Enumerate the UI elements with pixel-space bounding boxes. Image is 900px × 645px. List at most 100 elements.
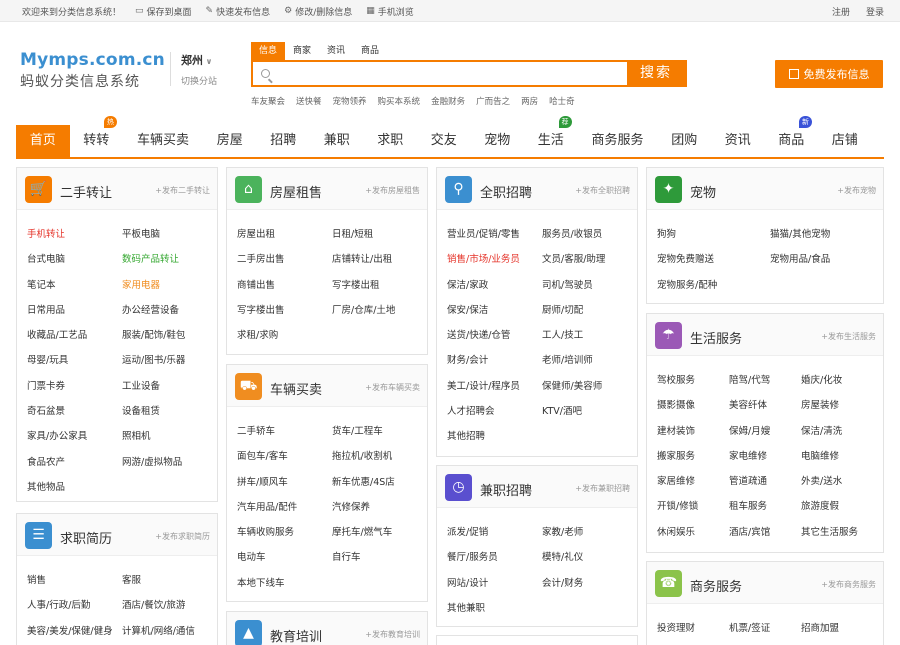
category-link[interactable]: 人事/行政/后勤 xyxy=(27,593,122,618)
category-link[interactable]: 租车服务 xyxy=(729,494,801,519)
category-link[interactable]: 搬家服务 xyxy=(657,444,729,469)
nav-item[interactable]: 交友 xyxy=(417,125,471,157)
category-link[interactable]: KTV/酒吧 xyxy=(542,399,637,424)
category-link[interactable]: 宠物用品/食品 xyxy=(770,247,883,272)
category-link[interactable]: 拖拉机/收割机 xyxy=(332,444,427,469)
category-link[interactable]: 机票/签证 xyxy=(729,616,801,641)
nav-item[interactable]: 团购 xyxy=(658,125,712,157)
quick-post-link[interactable]: ✎ 快速发布信息 xyxy=(206,5,271,18)
panel-title[interactable]: 宠物 xyxy=(690,182,716,201)
category-link[interactable]: 美工/设计/程序员 xyxy=(447,374,542,399)
category-link[interactable]: 老师/培训师 xyxy=(542,348,637,373)
panel-title[interactable]: 全职招聘 xyxy=(480,182,532,201)
nav-item[interactable]: 兼职 xyxy=(310,125,364,157)
category-link[interactable]: 美容/美发/保健/健身 xyxy=(27,619,122,644)
category-link[interactable]: 宠物免费赠送 xyxy=(657,247,770,272)
category-link[interactable]: 摩托车/燃气车 xyxy=(332,520,427,545)
category-link[interactable]: 自行车 xyxy=(332,545,427,570)
hot-keyword-link[interactable]: 宠物领养 xyxy=(333,95,367,107)
category-link[interactable]: 车辆收购服务 xyxy=(237,520,332,545)
category-link[interactable]: 网站/设计 xyxy=(447,571,542,596)
category-link[interactable]: 二手轿车 xyxy=(237,419,332,444)
panel-publish-link[interactable]: +发布求职简历 xyxy=(155,531,210,542)
category-link[interactable]: 模特/礼仪 xyxy=(542,545,637,570)
category-link[interactable]: 家用电器 xyxy=(122,273,217,298)
mobile-link[interactable]: ▦ 手机浏览 xyxy=(366,5,414,18)
hot-keyword-link[interactable]: 广而告之 xyxy=(476,95,510,107)
category-link[interactable]: 建材装饰 xyxy=(657,419,729,444)
category-link[interactable]: 收藏品/工艺品 xyxy=(27,323,122,348)
category-link[interactable]: 计算机/网络/通信 xyxy=(122,619,217,644)
panel-title[interactable]: 二手转让 xyxy=(60,182,112,201)
category-link[interactable]: 派发/促销 xyxy=(447,520,542,545)
category-link[interactable]: 拼车/顺风车 xyxy=(237,470,332,495)
category-link[interactable]: 服务员/收银员 xyxy=(542,222,637,247)
panel-title[interactable]: 教育培训 xyxy=(270,626,322,645)
panel-title[interactable]: 求职简历 xyxy=(60,528,112,547)
category-link[interactable]: 门票卡券 xyxy=(27,374,122,399)
panel-publish-link[interactable]: +发布教育培训 xyxy=(365,629,420,640)
category-link[interactable]: 文员/客服/助理 xyxy=(542,247,637,272)
category-link[interactable]: 酒店/宾馆 xyxy=(729,520,801,545)
category-link[interactable]: 服装/配饰/鞋包 xyxy=(122,323,217,348)
category-link[interactable]: 网游/虚拟物品 xyxy=(122,450,217,475)
search-tab[interactable]: 资讯 xyxy=(319,42,353,60)
category-link[interactable]: 货车/工程车 xyxy=(332,419,427,444)
panel-publish-link[interactable]: +发布全职招聘 xyxy=(575,185,630,196)
category-link[interactable]: 面包车/客车 xyxy=(237,444,332,469)
panel-publish-link[interactable]: +发布房屋租售 xyxy=(365,185,420,196)
panel-title[interactable]: 商务服务 xyxy=(690,576,742,595)
category-link[interactable]: 司机/驾驶员 xyxy=(542,273,637,298)
nav-item[interactable]: 招聘 xyxy=(257,125,311,157)
panel-title[interactable]: 车辆买卖 xyxy=(270,379,322,398)
search-input[interactable] xyxy=(253,62,627,85)
nav-item[interactable]: 房屋 xyxy=(203,125,257,157)
panel-publish-link[interactable]: +发布生活服务 xyxy=(821,331,876,342)
nav-item[interactable]: 首页 xyxy=(16,125,70,157)
category-link[interactable]: 旅游度假 xyxy=(801,494,883,519)
category-link[interactable]: 家电维修 xyxy=(729,444,801,469)
hot-keyword-link[interactable]: 送快餐 xyxy=(296,95,322,107)
category-link[interactable]: 开锁/修锁 xyxy=(657,494,729,519)
category-link[interactable]: 店铺转让/出租 xyxy=(332,247,427,272)
site-logo[interactable]: Mymps.com.cn 蚂蚁分类信息系统 xyxy=(20,50,170,91)
search-button[interactable]: 搜索 xyxy=(627,62,685,85)
category-link[interactable]: 平板电脑 xyxy=(122,222,217,247)
category-link[interactable]: 美容纤体 xyxy=(729,393,801,418)
category-link[interactable]: 其他兼职 xyxy=(447,596,542,621)
category-link[interactable]: 餐厅/服务员 xyxy=(447,545,542,570)
switch-city-link[interactable]: 切换分站 xyxy=(181,74,217,87)
category-link[interactable]: 销售 xyxy=(27,568,122,593)
save-desktop-link[interactable]: ▭ 保存到桌面 xyxy=(135,5,192,18)
category-link[interactable]: 人才招聘会 xyxy=(447,399,542,424)
nav-item[interactable]: 资讯 xyxy=(711,125,765,157)
category-link[interactable]: 工业设备 xyxy=(122,374,217,399)
panel-title[interactable]: 生活服务 xyxy=(690,328,742,347)
category-link[interactable]: 照相机 xyxy=(122,424,217,449)
category-link[interactable]: 保健师/美容师 xyxy=(542,374,637,399)
hot-keyword-link[interactable]: 金融财务 xyxy=(431,95,465,107)
category-link[interactable]: 商铺出售 xyxy=(237,273,332,298)
nav-item[interactable]: 店铺 xyxy=(818,125,872,157)
category-link[interactable]: 家具/办公家具 xyxy=(27,424,122,449)
search-tab[interactable]: 商家 xyxy=(285,42,319,60)
category-link[interactable]: 宠物服务/配种 xyxy=(657,273,770,298)
category-link[interactable]: 招商加盟 xyxy=(801,616,883,641)
category-link[interactable]: 财务/会计 xyxy=(447,348,542,373)
category-link[interactable]: 婚庆/化妆 xyxy=(801,368,883,393)
search-tab[interactable]: 商品 xyxy=(353,42,387,60)
category-link[interactable]: 家居维修 xyxy=(657,469,729,494)
category-link[interactable]: 保洁/清洗 xyxy=(801,419,883,444)
category-link[interactable]: 驾校服务 xyxy=(657,368,729,393)
category-link[interactable]: 日常用品 xyxy=(27,298,122,323)
nav-item[interactable]: 商品新 xyxy=(765,116,819,157)
register-link[interactable]: 注册 xyxy=(832,5,850,18)
city-switcher[interactable]: 郑州 ∨ 切换分站 xyxy=(170,52,217,87)
category-link[interactable]: 酒店/餐饮/旅游 xyxy=(122,593,217,618)
edit-delete-link[interactable]: ⚙ 修改/删除信息 xyxy=(284,5,352,18)
panel-publish-link[interactable]: +发布二手转让 xyxy=(155,185,210,196)
category-link[interactable]: 工人/技工 xyxy=(542,323,637,348)
nav-item[interactable]: 转转热 xyxy=(70,116,124,157)
nav-item[interactable]: 车辆买卖 xyxy=(123,125,203,157)
category-link[interactable]: 食品农产 xyxy=(27,450,122,475)
